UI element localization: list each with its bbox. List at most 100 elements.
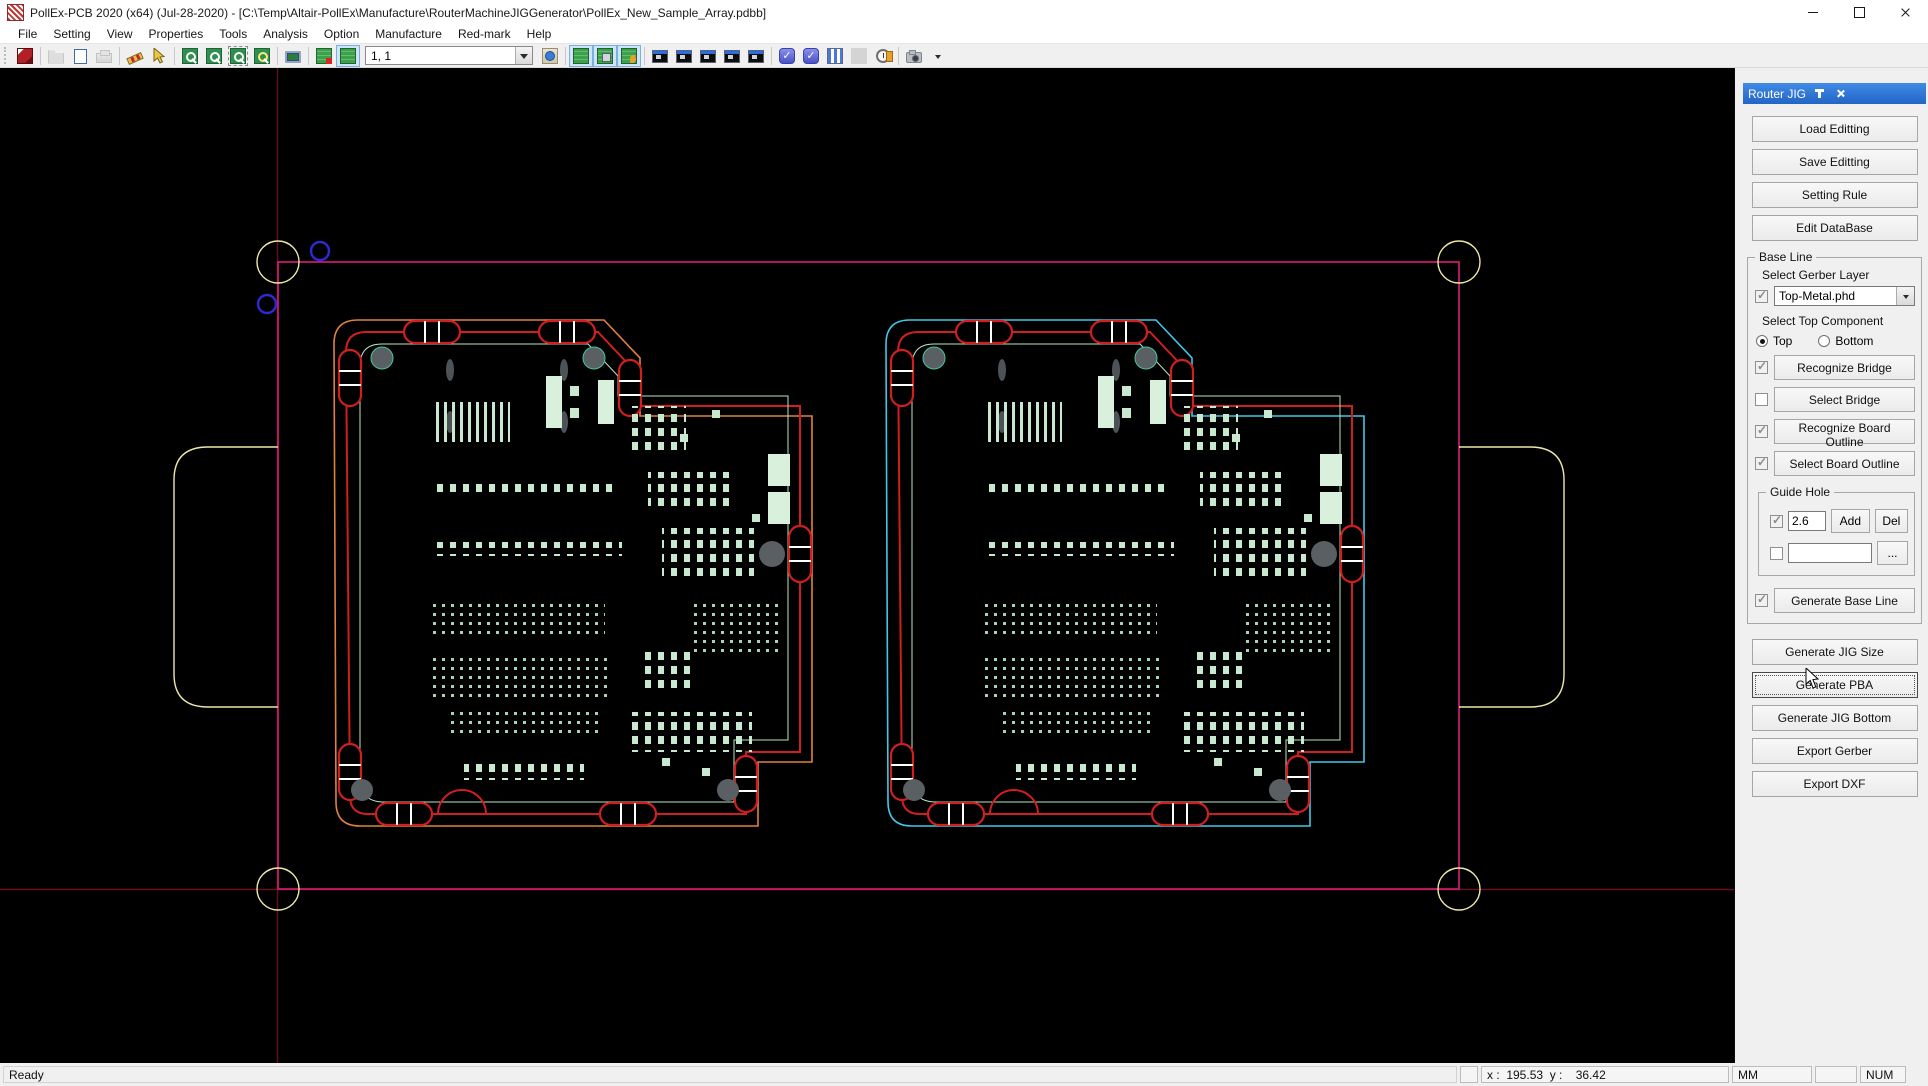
show-drill-icon[interactable] (617, 44, 641, 67)
guide-hole-browse-button[interactable]: ... (1877, 541, 1908, 565)
gerber-layer-combo[interactable]: Top-Metal.phd (1774, 286, 1915, 306)
select-arrow-icon[interactable] (147, 45, 171, 67)
zoom-window-icon[interactable] (226, 45, 250, 67)
array-combo-value: 1, 1 (371, 48, 392, 63)
maximize-button[interactable] (1836, 0, 1882, 25)
zoom-in-icon[interactable] (178, 45, 202, 67)
menu-setting[interactable]: Setting (45, 26, 98, 42)
num-lock-indicator: NUM (1860, 1066, 1906, 1083)
close-button[interactable] (1882, 0, 1928, 25)
menu-manufacture[interactable]: Manufacture (367, 26, 450, 42)
pin-panel-button[interactable] (1812, 86, 1827, 101)
select-bridge-checkbox[interactable] (1755, 393, 1768, 406)
load-editting-button[interactable]: Load Editting (1751, 116, 1918, 142)
array-combo-dropdown[interactable] (515, 47, 532, 64)
board-view-selected-icon[interactable] (336, 44, 360, 67)
gerber-layer-checkbox[interactable] (1755, 288, 1768, 303)
toolbar-separator (565, 46, 566, 65)
toolbar-overflow-chevron[interactable] (926, 45, 950, 67)
open-folder-icon[interactable] (44, 45, 68, 67)
chevron-down-icon (520, 53, 528, 63)
close-icon (1900, 7, 1911, 18)
guide-hole-custom-input[interactable] (1788, 543, 1872, 563)
select-top-component-label: Select Top Component (1762, 314, 1884, 328)
display-monitor-icon[interactable] (281, 45, 305, 67)
zoom-out-icon[interactable] (202, 45, 226, 67)
guide-hole-add-button[interactable]: Add (1831, 509, 1870, 533)
verify-check-2-glyph (803, 47, 819, 64)
guide-hole-diameter-input[interactable] (1788, 511, 1826, 531)
guide-hole-del-button[interactable]: Del (1874, 509, 1908, 533)
menu-red-mark[interactable]: Red-mark (450, 26, 519, 42)
disabled-tool-glyph (851, 47, 867, 64)
generate-base-line-button[interactable]: Generate Base Line (1774, 588, 1915, 613)
close-panel-button[interactable] (1833, 86, 1848, 101)
history-clock-icon[interactable] (871, 45, 895, 67)
board-view-top-icon[interactable] (312, 45, 336, 67)
text-window-icon[interactable] (744, 45, 768, 67)
menu-option[interactable]: Option (316, 26, 367, 42)
resize-grip[interactable] (1909, 1066, 1925, 1083)
report-columns-icon[interactable] (823, 45, 847, 67)
recognize-board-outline-button[interactable]: Recognize Board Outline (1774, 419, 1915, 449)
show-components-icon[interactable] (593, 44, 617, 67)
generate-base-line-checkbox[interactable] (1755, 592, 1768, 607)
pollex-document-icon[interactable] (13, 45, 37, 67)
menu-tools[interactable]: Tools (211, 26, 255, 42)
pin-icon (1815, 89, 1825, 98)
generate-jig-size-button[interactable]: Generate JIG Size (1751, 639, 1918, 665)
top-radio[interactable] (1756, 335, 1768, 347)
gerber-layer-dropdown[interactable] (1896, 287, 1914, 305)
zoom-fit-icon[interactable] (250, 45, 274, 67)
print-icon[interactable] (92, 45, 116, 67)
title-bar: PollEx-PCB 2020 (x64) (Jul-28-2020) - [C… (0, 0, 1928, 26)
select-board-outline-checkbox[interactable] (1755, 455, 1768, 470)
save-editting-button[interactable]: Save Editting (1751, 149, 1918, 175)
menu-properties[interactable]: Properties (141, 26, 212, 42)
export-dxf-button[interactable]: Export DXF (1751, 771, 1918, 797)
pcb-canvas[interactable] (0, 68, 1734, 1063)
status-spacer-2 (1815, 1066, 1857, 1083)
verify-check-1-icon[interactable] (775, 45, 799, 67)
toolbar-drag-handle[interactable] (4, 47, 9, 64)
open-folder-glyph (48, 50, 64, 64)
guide-hole-diameter-checkbox[interactable] (1770, 513, 1783, 528)
board-home-glyph (542, 47, 558, 64)
layer-window-icon[interactable] (696, 45, 720, 67)
show-gerber-layer-icon[interactable] (569, 44, 593, 67)
menu-help[interactable]: Help (519, 26, 560, 42)
toolbar-separator (40, 46, 41, 65)
show-components-glyph (597, 47, 613, 64)
verify-check-2-icon[interactable] (799, 45, 823, 67)
menu-analysis[interactable]: Analysis (255, 26, 316, 42)
top-radio-label: Top (1773, 334, 1793, 348)
guide-hole-custom-checkbox[interactable] (1770, 546, 1783, 560)
net-window-icon[interactable] (648, 45, 672, 67)
generate-pba-button[interactable]: Generate PBA (1751, 672, 1918, 698)
measure-ruler-icon[interactable] (123, 45, 147, 67)
recognize-bridge-checkbox[interactable] (1755, 359, 1768, 374)
select-board-outline-button[interactable]: Select Board Outline (1774, 451, 1915, 476)
select-bridge-button[interactable]: Select Bridge (1774, 387, 1915, 412)
array-combo[interactable]: 1, 1 (365, 46, 533, 65)
net-window-glyph (652, 49, 668, 63)
recognize-board-outline-checkbox[interactable] (1755, 423, 1768, 438)
recognize-bridge-button[interactable]: Recognize Bridge (1774, 355, 1915, 380)
menu-file[interactable]: File (10, 26, 45, 42)
generate-jig-bottom-button[interactable]: Generate JIG Bottom (1751, 705, 1918, 731)
setting-rule-button[interactable]: Setting Rule (1751, 182, 1918, 208)
menu-view[interactable]: View (99, 26, 141, 42)
layer-window-glyph (700, 49, 716, 63)
toolbar-separator (771, 46, 772, 65)
board-home-icon[interactable] (538, 45, 562, 67)
part-window-icon[interactable] (672, 45, 696, 67)
minimize-button[interactable] (1790, 0, 1836, 25)
toolbar-separator (898, 46, 899, 65)
edit-database-button[interactable]: Edit DataBase (1751, 215, 1918, 241)
status-spacer-1 (1460, 1066, 1478, 1083)
snapshot-camera-icon[interactable] (902, 45, 926, 67)
pin-window-icon[interactable] (720, 45, 744, 67)
bottom-radio[interactable] (1818, 335, 1831, 347)
export-gerber-button[interactable]: Export Gerber (1751, 738, 1918, 764)
save-icon[interactable] (68, 45, 92, 67)
